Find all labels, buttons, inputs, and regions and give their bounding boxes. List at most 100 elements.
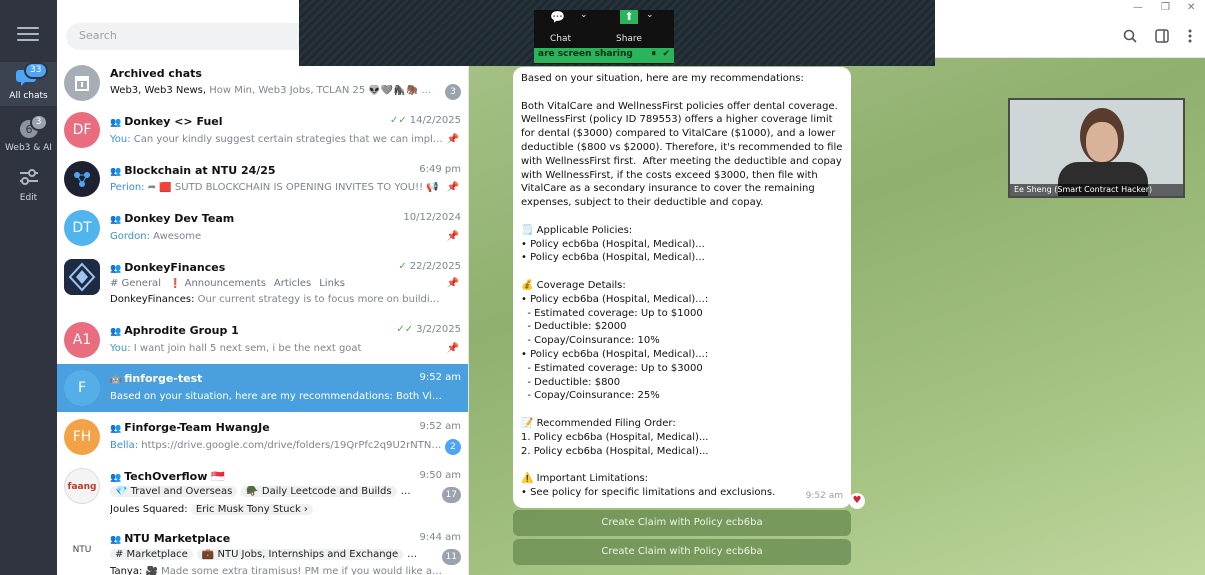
video-call-tile: Ee Sheng (Smart Contract Hacker) [1008,98,1185,198]
menu-icon[interactable] [17,27,39,43]
unread-count: 2 [445,439,461,455]
chat-row[interactable]: faang 👥 TechOverflow 🇸🇬 9:50 am 💎 Travel … [57,462,468,526]
chat-row[interactable]: NTU 👥 NTU Marketplace 9:44 am # Marketpla… [57,526,468,575]
chat-time: 10/12/2024 [403,212,461,223]
create-claim-button[interactable]: Create Claim with Policy ecb6ba [513,539,851,565]
folder-icon: 6 3 [16,114,48,140]
rail-item-label: Web3 & AI [5,143,52,153]
chat-name: 👥 Donkey Dev Team [110,212,235,225]
pin-icon: 📌 [446,343,459,354]
unread-count: 17 [441,487,461,503]
minimize-icon[interactable]: — [1133,2,1143,13]
bot-icon: 🤖 [110,375,122,385]
chat-name: 👥 Blockchain at NTU 24/25 [110,164,276,177]
read-check-icon: ✓ [398,261,407,272]
unread-count: 3 [445,84,461,100]
chat-preview: Tanya: 🎥 Made some extra tiramisus! PM m… [110,566,443,575]
bot-message: Based on your situation, here are my rec… [513,67,851,508]
chat-name: 👥 NTU Marketplace [110,532,231,545]
sliders-icon [16,168,42,190]
share-controls: 💬 ⌄ ⬆ ⌄ Chat Share are screen sharing ⏸ ✔ [534,10,674,64]
avatar: NTU [64,532,100,568]
chat-row[interactable]: A1 👥 Aphrodite Group 1 ✓✓ 3/2/2025 You: I … [57,316,468,364]
more-icon[interactable] [1187,29,1193,46]
chat-preview: Bella: https://drive.google.com/drive/fo… [110,440,443,451]
rail-item-label: All chats [9,91,48,101]
close-icon[interactable]: ✕ [1187,2,1195,13]
sharing-banner: are screen sharing ⏸ ✔ [534,48,674,63]
group-icon: 👥 [110,264,122,274]
archive-icon [64,65,100,101]
avatar: DF [64,112,100,148]
chat-name: 👥 TechOverflow 🇸🇬 [110,470,225,483]
chat-name: 👥 Finforge-Team HwangJe [110,421,270,434]
avatar [64,259,100,295]
chat-time: 9:44 am [419,532,461,543]
chat-preview: DonkeyFinances: Our current strategy is … [110,294,443,305]
chat-button-label[interactable]: Chat [550,34,571,44]
message-text: Based on your situation, here are my rec… [521,73,843,498]
share-button-label[interactable]: Share [616,34,642,44]
chat-view: — ❐ ✕ Based on your situation, here are … [469,0,1205,575]
avatar: DT [64,210,100,246]
group-icon: 👥 [110,118,122,128]
participant-name: Ee Sheng (Smart Contract Hacker) [1010,184,1183,196]
group-icon: 👥 [110,167,122,177]
maximize-icon[interactable]: ❐ [1161,2,1170,13]
search-icon[interactable] [1123,29,1137,46]
chat-time: ✓ 22/2/2025 [398,261,461,272]
read-check-icon: ✓✓ [396,324,414,335]
group-icon: 👥 [110,424,122,434]
chat-row[interactable]: 👥 DonkeyFinances ✓ 22/2/2025 # General ❗ An… [57,252,468,316]
chat-name: 🤖 finforge-test [110,372,203,385]
chevron-down-icon[interactable]: ⌄ [646,10,654,20]
chat-preview: Gordon: Awesome [110,231,202,242]
chat-time: 6:49 pm [419,164,461,175]
chat-bubbles-icon: 33 [15,62,48,88]
chevron-down-icon[interactable]: ⌄ [580,10,588,20]
chat-time: 9:52 am [419,372,461,383]
chat-preview: Joules Squared: Eric Musk Tony Stuck › [110,504,443,515]
share-upload-icon[interactable]: ⬆ [620,10,638,24]
chat-name: Archived chats [110,67,202,80]
pause-icon: ⏸ [651,49,656,59]
chat-time: 9:52 am [419,421,461,432]
avatar: F [64,370,100,406]
chat-preview: You: I want join hall 5 next sem, i be t… [110,343,362,354]
rail-item-label: Edit [19,193,38,203]
group-icon: 👥 [110,327,122,337]
avatar: faang [64,468,100,504]
chat-row[interactable]: DF 👥 Donkey <> Fuel ✓✓ 14/2/2025 You: Can … [57,106,468,154]
unread-count: 11 [441,549,461,565]
chat-row-archived[interactable]: Archived chats Web3, Web3 News, How Min,… [57,61,468,106]
rail-item-all-chats[interactable]: 33 All chats [0,62,57,106]
rail-item-edit[interactable]: Edit [0,164,57,204]
group-icon: 👥 [110,535,122,545]
create-claim-button[interactable]: Create Claim with Policy ecb6ba [513,510,851,536]
pin-icon: 📌 [446,278,459,289]
avatar [64,161,100,197]
rail-badge: 3 [29,114,48,131]
message-time: 9:52 am [805,491,843,502]
forum-topics: # General ❗ Announcements Articles Links [110,278,345,289]
sidebar-toggle-icon[interactable] [1155,29,1169,46]
avatar: A1 [64,322,100,358]
heart-reaction-icon[interactable]: ♥ [849,493,865,509]
check-icon: ✔ [662,49,670,59]
screen-share-toolbar: 💬 ⌄ ⬆ ⌄ Chat Share are screen sharing ⏸ ✔ [299,0,935,66]
chat-row[interactable]: DT 👥 Donkey Dev Team 10/12/2024 Gordon: A… [57,204,468,252]
read-check-icon: ✓✓ [389,115,407,126]
chat-row[interactable]: FH 👥 Finforge-Team HwangJe 9:52 am Bella:… [57,412,468,462]
pin-icon: 📌 [446,134,459,145]
chat-row[interactable]: 👥 Blockchain at NTU 24/25 6:49 pm Perion:… [57,154,468,204]
chat-row-selected[interactable]: F 🤖 finforge-test 9:52 am Based on your s… [57,364,468,412]
group-icon: 👥 [110,473,122,483]
chat-time: ✓✓ 14/2/2025 [389,115,461,126]
chat-icon[interactable]: 💬 [550,10,565,24]
chat-preview: Perion: ➦ 🟥 SUTD BLOCKCHAIN IS OPENING I… [110,182,439,193]
rail-item-web3-ai[interactable]: 6 3 Web3 & AI [0,114,57,158]
chat-preview: Based on your situation, here are my rec… [110,391,443,402]
chat-preview: You: Can your kindly suggest certain str… [110,134,443,145]
chat-name: 👥 DonkeyFinances [110,261,226,274]
group-icon: 👥 [110,215,122,225]
